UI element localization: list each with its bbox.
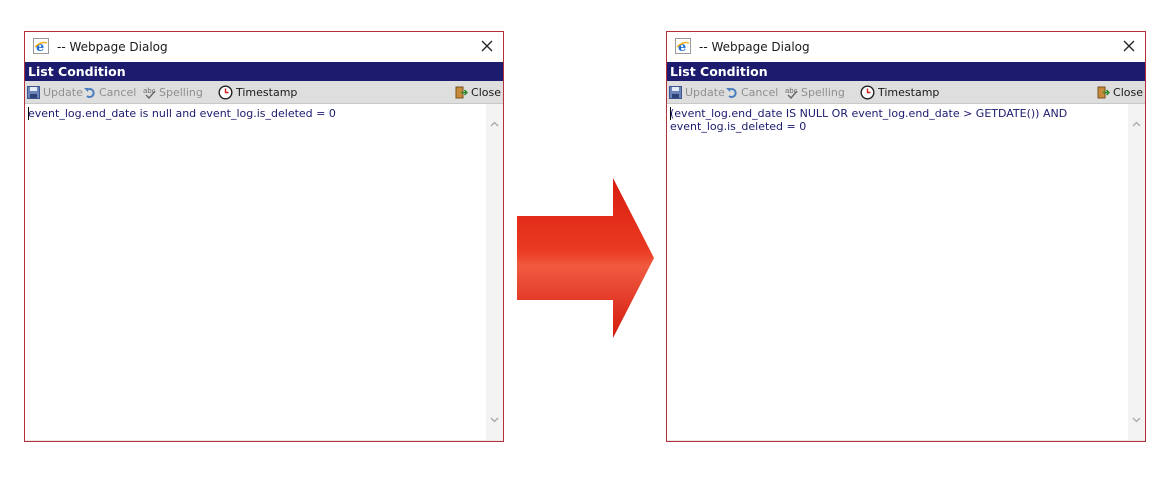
dialog-window-title: -- Webpage Dialog — [699, 40, 810, 54]
internet-explorer-icon: e — [675, 38, 691, 54]
window-close-icon[interactable] — [477, 36, 497, 56]
dialog-toolbar: Update Cancel abc Spelling Timestamp Clo… — [25, 81, 503, 104]
svg-text:abc: abc — [785, 87, 798, 95]
exit-door-icon — [1097, 86, 1111, 98]
dialog-toolbar: Update Cancel abc Spelling Timestamp Clo… — [667, 81, 1145, 104]
update-button[interactable]: Update — [669, 81, 725, 103]
text-caret — [670, 107, 671, 120]
webpage-dialog-after: e -- Webpage Dialog List Condition Updat… — [666, 31, 1146, 442]
condition-text[interactable]: (event_log.end_date IS NULL OR event_log… — [670, 107, 1120, 133]
cancel-label: Cancel — [99, 85, 137, 99]
condition-editor[interactable]: event_log.end_date is null and event_log… — [25, 104, 503, 440]
dialog-bottom-edge — [25, 440, 503, 441]
dialog-title-bar[interactable]: e -- Webpage Dialog — [667, 32, 1145, 62]
dialog-title-bar[interactable]: e -- Webpage Dialog — [25, 32, 503, 62]
update-button[interactable]: Update — [27, 81, 83, 103]
timestamp-label: Timestamp — [878, 85, 940, 99]
floppy-disk-icon — [27, 85, 40, 99]
undo-icon — [84, 87, 95, 98]
scroll-down-icon[interactable] — [1130, 413, 1143, 426]
webpage-dialog-before: e -- Webpage Dialog List Condition Updat… — [24, 31, 504, 442]
cancel-button[interactable]: Cancel — [725, 81, 778, 103]
undo-icon — [726, 87, 737, 98]
timestamp-button[interactable]: Timestamp — [218, 81, 297, 103]
scroll-up-icon[interactable] — [1130, 118, 1143, 131]
timestamp-label: Timestamp — [236, 85, 298, 99]
update-label: Update — [685, 85, 725, 99]
window-close-icon[interactable] — [1119, 36, 1139, 56]
floppy-disk-icon — [669, 85, 682, 99]
clock-icon — [218, 84, 233, 100]
right-arrow-icon — [517, 178, 654, 338]
condition-text[interactable]: event_log.end_date is null and event_log… — [28, 107, 478, 120]
update-label: Update — [43, 85, 83, 99]
condition-editor[interactable]: (event_log.end_date IS NULL OR event_log… — [667, 104, 1145, 440]
scroll-up-icon[interactable] — [488, 118, 501, 131]
exit-door-icon — [455, 86, 469, 98]
close-label: Close — [1113, 85, 1143, 99]
spellcheck-icon: abc — [785, 87, 798, 99]
spelling-button[interactable]: abc Spelling — [785, 81, 845, 103]
spellcheck-icon: abc — [143, 87, 156, 99]
timestamp-button[interactable]: Timestamp — [860, 81, 939, 103]
dialog-bottom-edge — [667, 440, 1145, 441]
spelling-label: Spelling — [159, 85, 203, 99]
dialog-window-title: -- Webpage Dialog — [57, 40, 168, 54]
text-caret — [28, 107, 29, 120]
cancel-label: Cancel — [741, 85, 779, 99]
dialog-header: List Condition — [667, 62, 1145, 81]
scroll-down-icon[interactable] — [488, 413, 501, 426]
dialog-header: List Condition — [25, 62, 503, 81]
close-button[interactable]: Close — [1097, 81, 1143, 103]
cancel-button[interactable]: Cancel — [83, 81, 136, 103]
editor-scrollbar[interactable] — [1128, 104, 1145, 440]
close-label: Close — [471, 85, 501, 99]
internet-explorer-icon: e — [33, 38, 49, 54]
clock-icon — [860, 84, 875, 100]
close-button[interactable]: Close — [455, 81, 501, 103]
editor-scrollbar[interactable] — [486, 104, 503, 440]
svg-text:abc: abc — [143, 87, 156, 95]
spelling-button[interactable]: abc Spelling — [143, 81, 203, 103]
spelling-label: Spelling — [801, 85, 845, 99]
